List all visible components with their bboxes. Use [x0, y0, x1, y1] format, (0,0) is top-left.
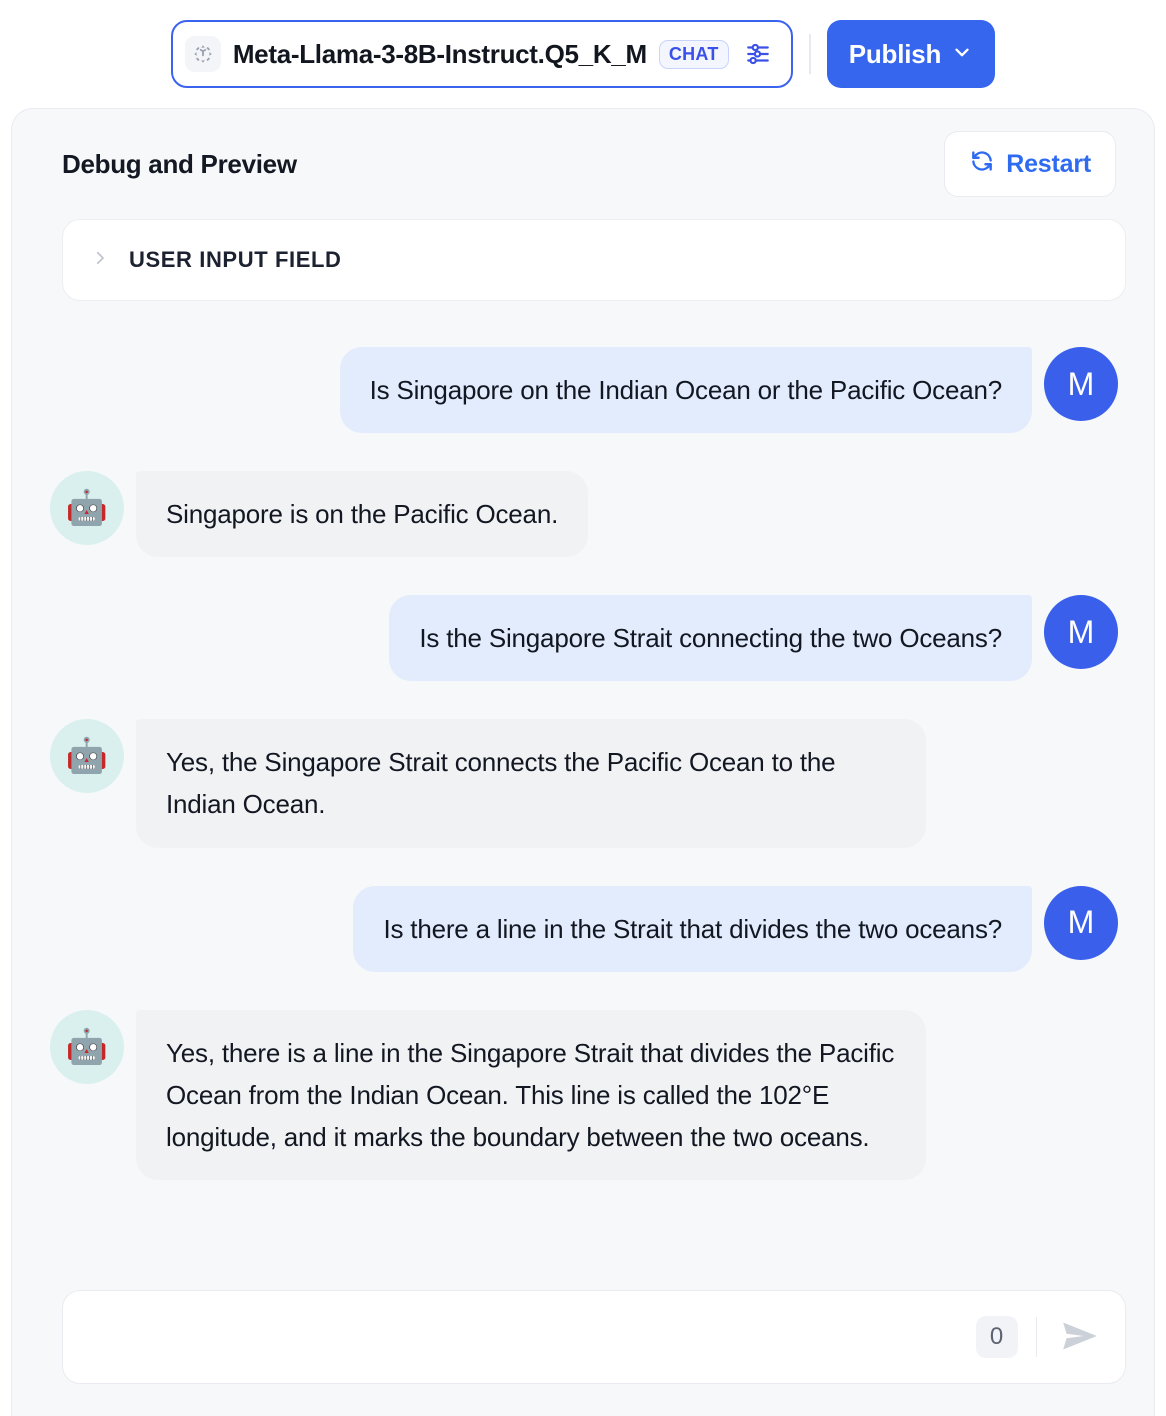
chat-message-user: Is Singapore on the Indian Ocean or the … — [50, 347, 1118, 434]
model-selector-pill[interactable]: Meta-Llama-3-8B-Instruct.Q5_K_M CHAT — [170, 20, 793, 88]
chat-bubble: Singapore is on the Pacific Ocean. — [136, 471, 589, 558]
publish-button[interactable]: Publish — [826, 20, 996, 88]
chat-message-user: Is there a line in the Strait that divid… — [50, 885, 1118, 972]
restart-button-label: Restart — [1006, 149, 1091, 178]
avatar-bot-robot-icon: 🤖 — [50, 719, 124, 794]
avatar-user: M — [1044, 347, 1118, 421]
avatar-bot-robot-icon: 🤖 — [50, 1009, 124, 1084]
sliders-icon[interactable] — [741, 37, 775, 71]
user-input-field-label: USER INPUT FIELD — [129, 247, 342, 272]
avatar-user: M — [1044, 595, 1118, 670]
send-button[interactable] — [1055, 1312, 1105, 1362]
chat-transcript[interactable]: Is Singapore on the Indian Ocean or the … — [12, 309, 1154, 1416]
chat-message-bot: 🤖 Singapore is on the Pacific Ocean. — [50, 471, 1118, 558]
publish-button-label: Publish — [848, 38, 942, 69]
toolbar-divider — [808, 34, 811, 74]
3d-model-icon — [184, 36, 221, 72]
avatar-user: M — [1044, 885, 1118, 960]
panel-header: Debug and Preview Restart — [12, 109, 1154, 219]
refresh-icon — [969, 148, 995, 181]
restart-button[interactable]: Restart — [944, 131, 1116, 197]
page-title: Debug and Preview — [62, 148, 297, 179]
chat-bubble: Yes, there is a line in the Singapore St… — [136, 1009, 926, 1180]
chat-message-bot: 🤖 Yes, the Singapore Strait connects the… — [50, 719, 1118, 848]
chevron-right-icon — [91, 249, 109, 272]
composer-divider — [1035, 1317, 1037, 1357]
debug-preview-panel: Debug and Preview Restart USER INPUT FIE… — [11, 108, 1155, 1416]
chat-bubble: Is there a line in the Strait that divid… — [353, 885, 1032, 972]
chat-bubble: Yes, the Singapore Strait connects the P… — [136, 719, 926, 848]
char-count-badge: 0 — [975, 1316, 1018, 1358]
avatar-bot-robot-icon: 🤖 — [50, 471, 124, 546]
chat-message-user: Is the Singapore Strait connecting the t… — [50, 595, 1118, 682]
message-composer: 0 — [62, 1290, 1126, 1384]
top-bar: Meta-Llama-3-8B-Instruct.Q5_K_M CHAT Pub… — [0, 0, 1166, 108]
send-icon — [1059, 1315, 1101, 1360]
user-input-field-accordion[interactable]: USER INPUT FIELD — [62, 219, 1126, 301]
chat-mode-badge: CHAT — [658, 39, 729, 69]
chat-bubble: Is the Singapore Strait connecting the t… — [389, 595, 1032, 682]
chevron-down-icon — [951, 39, 973, 70]
chat-bubble: Is Singapore on the Indian Ocean or the … — [339, 347, 1032, 434]
chat-message-bot: 🤖 Yes, there is a line in the Singapore … — [50, 1009, 1118, 1180]
message-input[interactable] — [87, 1291, 976, 1383]
model-name-label: Meta-Llama-3-8B-Instruct.Q5_K_M — [232, 38, 647, 69]
